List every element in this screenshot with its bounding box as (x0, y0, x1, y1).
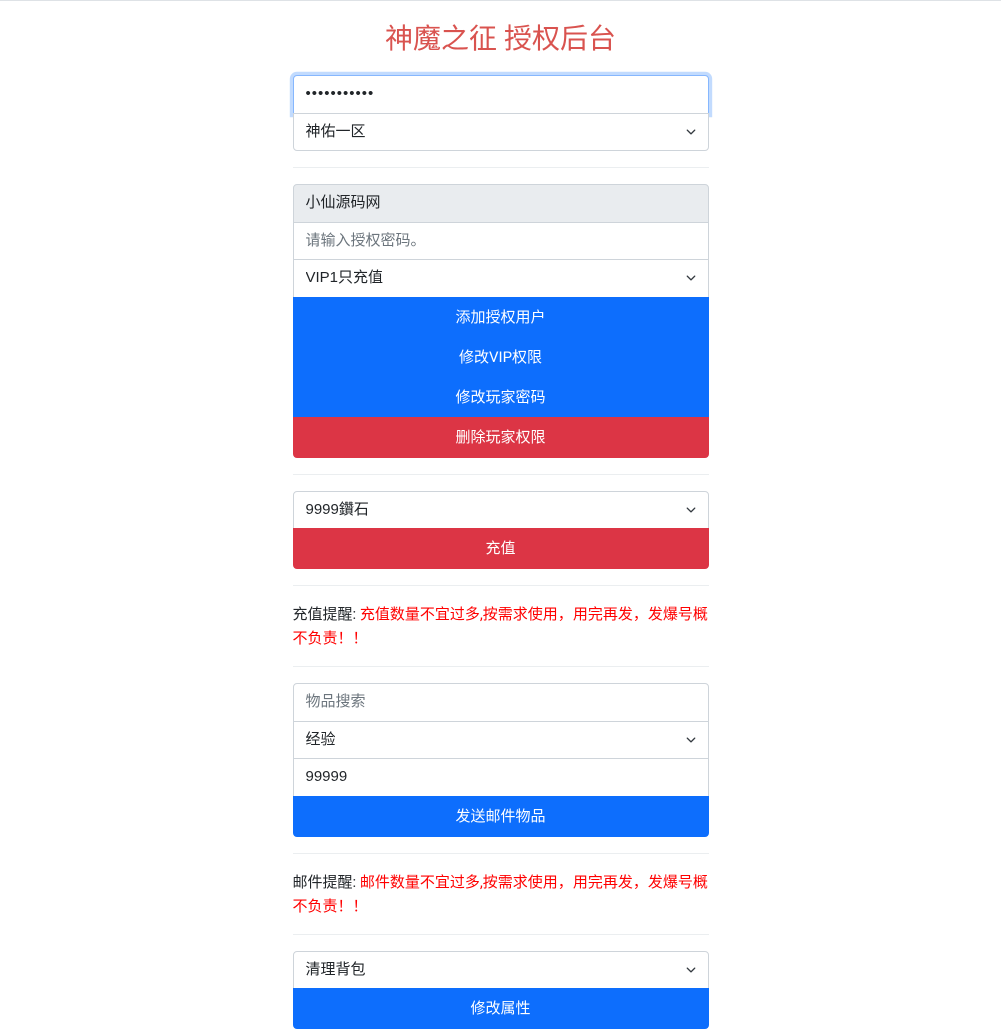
divider (293, 474, 709, 475)
recharge-notice: 充值提醒: 充值数量不宜过多,按需求使用，用完再发，发爆号概不负责！！ (293, 602, 709, 650)
delete-player-permission-button[interactable]: 删除玩家权限 (293, 417, 709, 458)
modify-vip-button[interactable]: 修改VIP权限 (293, 337, 709, 378)
attribute-group: 清理背包 修改属性 (293, 951, 709, 1029)
modify-attribute-button[interactable]: 修改属性 (293, 988, 709, 1029)
user-permission-group: VIP1只充值 添加授权用户 修改VIP权限 修改玩家密码 删除玩家权限 (293, 184, 709, 458)
username-input[interactable] (293, 184, 709, 223)
item-select[interactable]: 经验 (293, 721, 709, 760)
item-search-input[interactable] (293, 683, 709, 722)
mail-notice: 邮件提醒: 邮件数量不宜过多,按需求使用，用完再发，发爆号概不负责！！ (293, 870, 709, 918)
page-title: 神魔之征 授权后台 (293, 17, 709, 57)
recharge-notice-label: 充值提醒: (293, 605, 360, 623)
auth-password-input[interactable] (293, 75, 709, 114)
item-quantity-input[interactable] (293, 758, 709, 797)
auth-group: 神佑一区 (293, 75, 709, 151)
divider (293, 853, 709, 854)
add-auth-user-button[interactable]: 添加授权用户 (293, 297, 709, 338)
recharge-group: 9999鑽石 充值 (293, 491, 709, 570)
divider (293, 167, 709, 168)
main-container: 神魔之征 授权后台 神佑一区 VIP1只充值 添加授权用户 修改VIP权限 修改… (291, 17, 711, 1029)
auth-password-field[interactable] (293, 222, 709, 261)
recharge-button[interactable]: 充值 (293, 528, 709, 569)
modify-player-password-button[interactable]: 修改玩家密码 (293, 377, 709, 418)
mail-item-group: 经验 发送邮件物品 (293, 683, 709, 837)
send-mail-item-button[interactable]: 发送邮件物品 (293, 796, 709, 837)
vip-level-select[interactable]: VIP1只充值 (293, 259, 709, 298)
server-select[interactable]: 神佑一区 (293, 113, 709, 152)
divider (293, 585, 709, 586)
recharge-amount-select[interactable]: 9999鑽石 (293, 491, 709, 530)
divider (293, 666, 709, 667)
action-select[interactable]: 清理背包 (293, 951, 709, 990)
mail-notice-label: 邮件提醒: (293, 873, 360, 891)
divider (293, 934, 709, 935)
